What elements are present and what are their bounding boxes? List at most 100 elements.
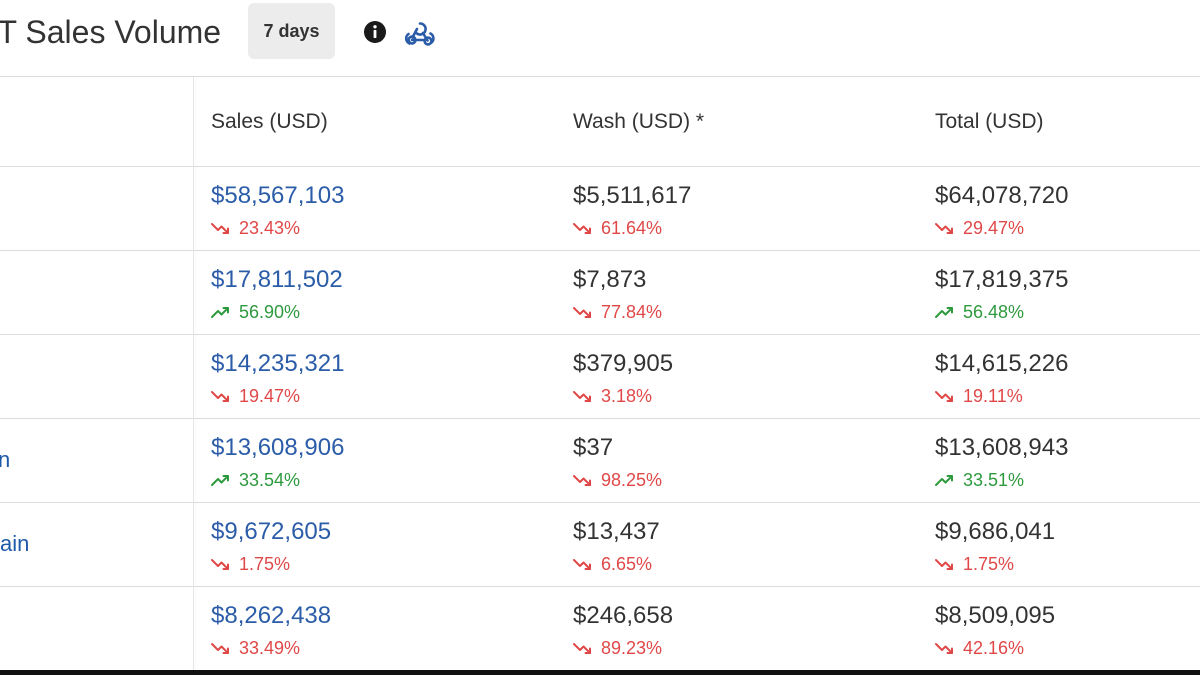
trend-down-icon	[211, 643, 229, 654]
window-bottom-edge	[0, 670, 1200, 675]
webhook-icon[interactable]	[404, 18, 436, 48]
page-title: FT Sales Volume	[0, 14, 222, 50]
trend-down-icon	[211, 559, 229, 570]
wash-amount: $7,873	[573, 266, 647, 293]
total-change-value: 29.47%	[963, 218, 1025, 238]
wash-amount: $379,905	[573, 350, 674, 377]
wash-cell: $5,511,617 61.64%	[556, 166, 918, 251]
total-change: 19.11%	[935, 386, 1200, 406]
column-header-name[interactable]	[0, 77, 194, 167]
sales-change: 33.54%	[211, 470, 556, 490]
wash-change-value: 61.64%	[601, 218, 663, 238]
wash-amount: $246,658	[573, 602, 674, 629]
chain-name-cell	[0, 166, 194, 251]
table-row[interactable]: $8,262,438 33.49% $246,658 89.23% $8,509,095…	[0, 586, 1200, 671]
total-change-value: 19.11%	[963, 386, 1023, 406]
wash-change-value: 77.84%	[601, 302, 663, 322]
total-change: 33.51%	[935, 470, 1200, 490]
sales-cell: $13,608,906 33.54%	[194, 418, 556, 503]
total-cell: $13,608,943 33.51%	[918, 418, 1200, 503]
sales-change: 1.75%	[211, 554, 556, 574]
sales-amount[interactable]: $9,672,605	[211, 518, 556, 546]
total-amount: $9,686,041	[935, 518, 1056, 545]
sales-volume-table: Sales (USD) Wash (USD) * Total (USD) $58…	[0, 77, 1200, 671]
sales-change: 33.49%	[211, 638, 556, 658]
wash-cell: $246,658 89.23%	[556, 586, 918, 671]
wash-amount: $37	[573, 434, 614, 461]
sales-change-value: 23.43%	[239, 218, 301, 238]
wash-cell: $379,905 3.18%	[556, 334, 918, 419]
wash-change-value: 3.18%	[601, 386, 653, 406]
table-row[interactable]: $58,567,103 23.43% $5,511,617 61.64% $64,078…	[0, 166, 1200, 251]
trend-up-icon	[211, 475, 229, 486]
trend-down-icon	[573, 475, 591, 486]
sales-amount[interactable]: $58,567,103	[211, 182, 556, 210]
trend-up-icon	[935, 475, 953, 486]
total-amount: $14,615,226	[935, 350, 1069, 377]
chain-name-cell: ain	[0, 502, 194, 587]
total-amount: $17,819,375	[935, 266, 1069, 293]
sales-cell: $17,811,502 56.90%	[194, 250, 556, 335]
sales-cell: $8,262,438 33.49%	[194, 586, 556, 671]
sales-change: 19.47%	[211, 386, 556, 406]
sales-amount[interactable]: $14,235,321	[211, 350, 556, 378]
wash-change: 3.18%	[573, 386, 918, 406]
table-row[interactable]: n $13,608,906 33.54% $37 98.25% $13,608,943 33…	[0, 418, 1200, 503]
wash-change-value: 6.65%	[601, 554, 653, 574]
wash-change-value: 89.23%	[601, 638, 663, 658]
trend-down-icon	[935, 223, 953, 234]
wash-amount: $5,511,617	[573, 182, 692, 209]
chain-name-link[interactable]: ain	[0, 531, 29, 557]
trend-down-icon	[211, 223, 229, 234]
info-icon[interactable]	[363, 20, 387, 44]
column-header-sales[interactable]: Sales (USD)	[194, 77, 556, 167]
chain-name-cell	[0, 586, 194, 671]
period-selector-button[interactable]: 7 days	[248, 3, 335, 59]
trend-down-icon	[573, 223, 591, 234]
sales-amount[interactable]: $17,811,502	[211, 266, 556, 294]
panel-header: FT Sales Volume 7 days	[0, 0, 1200, 76]
name-column-divider	[193, 77, 194, 675]
wash-change: 61.64%	[573, 218, 918, 238]
table-row[interactable]: $17,811,502 56.90% $7,873 77.84% $17,819,375…	[0, 250, 1200, 335]
wash-change-value: 98.25%	[601, 470, 663, 490]
total-amount: $64,078,720	[935, 182, 1069, 209]
sales-cell: $9,672,605 1.75%	[194, 502, 556, 587]
sales-amount[interactable]: $13,608,906	[211, 434, 556, 462]
trend-down-icon	[573, 643, 591, 654]
total-change: 56.48%	[935, 302, 1200, 322]
trend-down-icon	[935, 391, 953, 402]
sales-change-value: 1.75%	[239, 554, 291, 574]
chain-name-cell: n	[0, 418, 194, 503]
table-row[interactable]: $14,235,321 19.47% $379,905 3.18% $14,615,22…	[0, 334, 1200, 419]
total-change: 42.16%	[935, 638, 1200, 658]
chain-name-cell	[0, 334, 194, 419]
column-header-total[interactable]: Total (USD)	[918, 77, 1200, 167]
total-cell: $14,615,226 19.11%	[918, 334, 1200, 419]
total-cell: $8,509,095 42.16%	[918, 586, 1200, 671]
sales-cell: $14,235,321 19.47%	[194, 334, 556, 419]
total-cell: $17,819,375 56.48%	[918, 250, 1200, 335]
sales-change-value: 33.49%	[239, 638, 301, 658]
wash-cell: $7,873 77.84%	[556, 250, 918, 335]
sales-change: 56.90%	[211, 302, 556, 322]
total-amount: $8,509,095	[935, 602, 1056, 629]
trend-down-icon	[935, 643, 953, 654]
total-amount: $13,608,943	[935, 434, 1069, 461]
total-change-value: 42.16%	[963, 638, 1025, 658]
wash-change: 6.65%	[573, 554, 918, 574]
total-cell: $9,686,041 1.75%	[918, 502, 1200, 587]
table-row[interactable]: ain $9,672,605 1.75% $13,437 6.65% $9,686,041…	[0, 502, 1200, 587]
column-header-wash[interactable]: Wash (USD) *	[556, 77, 918, 167]
trend-down-icon	[935, 559, 953, 570]
sales-change-value: 56.90%	[239, 302, 301, 322]
total-change-value: 1.75%	[963, 554, 1015, 574]
total-cell: $64,078,720 29.47%	[918, 166, 1200, 251]
wash-cell: $37 98.25%	[556, 418, 918, 503]
sales-amount[interactable]: $8,262,438	[211, 602, 556, 630]
trend-down-icon	[573, 391, 591, 402]
chain-name-link[interactable]: n	[0, 447, 10, 473]
sales-change: 23.43%	[211, 218, 556, 238]
total-change: 1.75%	[935, 554, 1200, 574]
wash-change: 89.23%	[573, 638, 918, 658]
